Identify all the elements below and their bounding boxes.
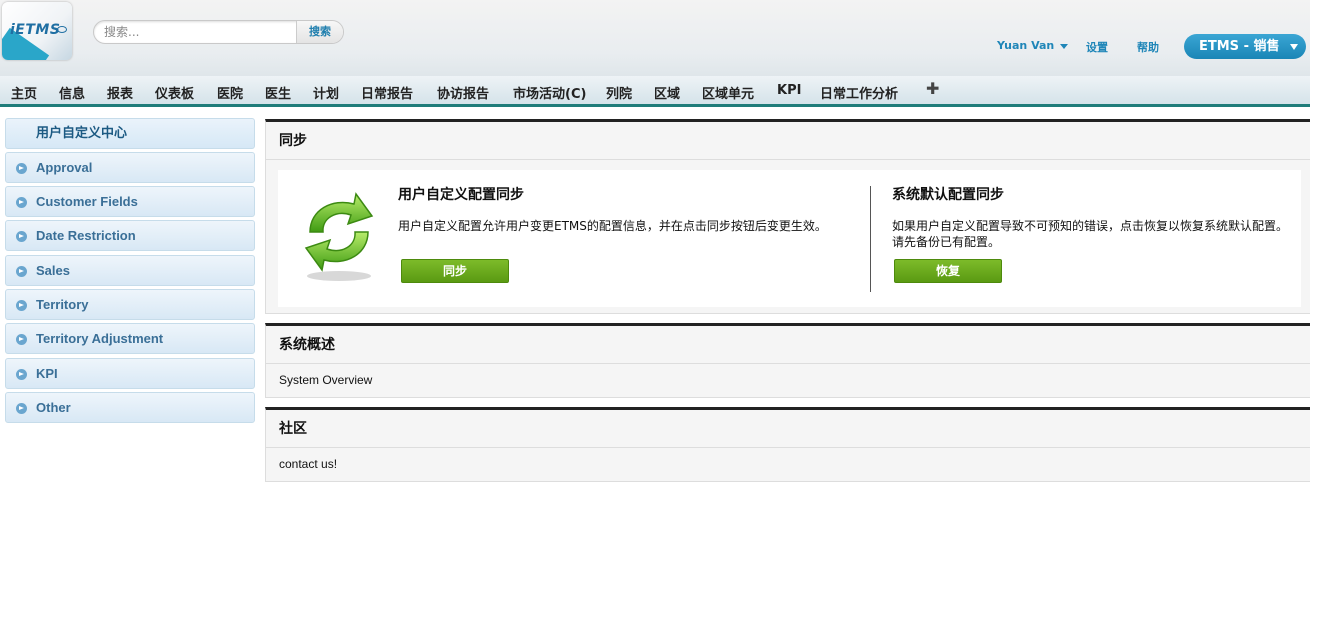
nav-item-territory-unit[interactable]: 区域单元 — [702, 83, 754, 102]
arrow-circle-icon — [16, 197, 27, 208]
arrow-circle-icon — [16, 163, 27, 174]
nav-item-plan[interactable]: 计划 — [313, 83, 339, 102]
sidebar-item-approval[interactable]: Approval — [5, 152, 255, 183]
main-nav: 主页 信息 报表 仪表板 医院 医生 计划 日常报告 协访报告 市场活动(C) … — [0, 76, 1310, 107]
arrow-circle-icon — [16, 403, 27, 414]
sidebar-item-territory[interactable]: Territory — [5, 289, 255, 320]
arrow-circle-icon — [16, 231, 27, 242]
nav-item-home[interactable]: 主页 — [11, 83, 37, 102]
sidebar-item-sales[interactable]: Sales — [5, 255, 255, 286]
sidebar-item-date-restriction[interactable]: Date Restriction — [5, 220, 255, 251]
nav-item-dashboard[interactable]: 仪表板 — [155, 83, 194, 102]
sidebar-item-label: Sales — [36, 263, 70, 278]
sync-panel-content: 用户自定义配置同步 用户自定义配置允许用户变更ETMS的配置信息，并在点击同步按… — [278, 170, 1301, 307]
default-sync-section: 系统默认配置同步 如果用户自定义配置导致不可预知的错误，点击恢复以恢复系统默认配… — [892, 184, 1300, 250]
custom-sync-description: 用户自定义配置允许用户变更ETMS的配置信息，并在点击同步按钮后变更生效。 — [398, 219, 827, 233]
etms-logo[interactable]: iETMS — [2, 2, 72, 60]
app-switcher-label: ETMS - 销售 — [1199, 39, 1280, 54]
default-sync-description: 如果用户自定义配置导致不可预知的错误，点击恢复以恢复系统默认配置。 请先备份已有… — [892, 219, 1289, 249]
sync-panel: 同步 用户自定义配置同步 用户自定义配置允许用户变更ETMS的配置信息，并在点击… — [265, 119, 1310, 314]
nav-item-list-hospital[interactable]: 列院 — [606, 83, 632, 102]
nav-item-kpi[interactable]: KPI — [777, 83, 801, 98]
overview-panel: 系统概述 System Overview — [265, 323, 1310, 398]
default-sync-heading: 系统默认配置同步 — [892, 187, 1004, 203]
user-menu[interactable]: Yuan Van — [997, 39, 1069, 52]
sidebar-item-customer-fields[interactable]: Customer Fields — [5, 186, 255, 217]
sidebar-header: 用户自定义中心 — [5, 118, 255, 149]
overview-panel-title: 系统概述 — [266, 326, 1310, 364]
arrow-circle-icon — [16, 300, 27, 311]
sync-button[interactable]: 同步 — [401, 259, 509, 283]
nav-item-doctor[interactable]: 医生 — [265, 83, 291, 102]
arrow-circle-icon — [16, 266, 27, 277]
search-box: 搜索 — [93, 20, 344, 44]
top-header: iETMS 搜索 Yuan Van 设置 帮助 ETMS - 销售 — [0, 0, 1310, 76]
arrow-circle-icon — [16, 334, 27, 345]
nav-item-coaching-report[interactable]: 协访报告 — [437, 83, 489, 102]
custom-sync-heading: 用户自定义配置同步 — [398, 187, 524, 203]
sidebar-item-label: KPI — [36, 366, 58, 381]
overview-text: System Overview — [279, 373, 373, 387]
sidebar-item-territory-adjustment[interactable]: Territory Adjustment — [5, 323, 255, 354]
community-panel-title: 社区 — [266, 410, 1310, 448]
app-switcher[interactable]: ETMS - 销售 — [1184, 34, 1306, 59]
nav-item-reports[interactable]: 报表 — [107, 83, 133, 102]
sync-panel-title: 同步 — [266, 122, 1310, 160]
custom-sync-section: 用户自定义配置同步 用户自定义配置允许用户变更ETMS的配置信息，并在点击同步按… — [398, 184, 848, 234]
help-link[interactable]: 帮助 — [1137, 39, 1159, 55]
community-panel: 社区 contact us! — [265, 407, 1310, 482]
arrow-circle-icon — [16, 369, 27, 380]
sidebar-item-label: Other — [36, 400, 71, 415]
chevron-down-icon — [1060, 43, 1069, 49]
sidebar-item-label: Territory Adjustment — [36, 331, 164, 346]
sidebar-item-kpi[interactable]: KPI — [5, 358, 255, 389]
settings-link[interactable]: 设置 — [1086, 39, 1108, 55]
contact-link[interactable]: contact us! — [266, 448, 1310, 480]
nav-item-campaign[interactable]: 市场活动(C) — [513, 83, 586, 102]
user-name: Yuan Van — [997, 39, 1055, 52]
nav-item-daily-report[interactable]: 日常报告 — [361, 83, 413, 102]
section-divider — [870, 186, 871, 292]
nav-item-info[interactable]: 信息 — [59, 83, 85, 102]
sidebar-item-label: Territory — [36, 297, 89, 312]
nav-item-territory[interactable]: 区域 — [654, 83, 680, 102]
plus-icon[interactable]: ✚ — [926, 79, 939, 98]
nav-item-daily-analysis[interactable]: 日常工作分析 — [820, 83, 898, 102]
sidebar-item-label: Date Restriction — [36, 228, 136, 243]
chevron-down-icon — [1290, 44, 1298, 50]
logo-text: iETMS — [10, 22, 61, 38]
search-input[interactable] — [104, 21, 294, 43]
nav-item-hospital[interactable]: 医院 — [217, 83, 243, 102]
search-button[interactable]: 搜索 — [296, 21, 343, 43]
sync-arrows-icon — [304, 192, 374, 281]
sidebar-item-other[interactable]: Other — [5, 392, 255, 423]
sidebar-item-label: Approval — [36, 160, 93, 175]
restore-button[interactable]: 恢复 — [894, 259, 1002, 283]
logo-mark-icon — [57, 26, 67, 33]
sidebar-item-label: Customer Fields — [36, 194, 138, 209]
